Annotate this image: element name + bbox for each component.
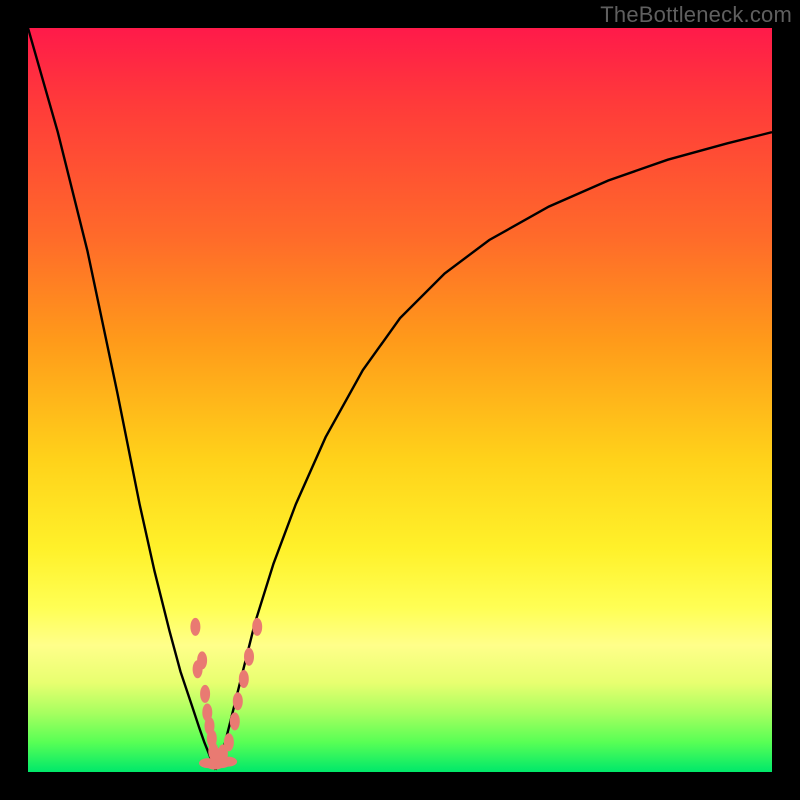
- marker-left: [200, 685, 210, 703]
- marker-right: [239, 670, 249, 688]
- watermark-text: TheBottleneck.com: [600, 2, 792, 28]
- marker-left: [193, 660, 203, 678]
- marker-right: [252, 618, 262, 636]
- curve-right: [216, 132, 773, 770]
- marker-left: [190, 618, 200, 636]
- marker-right: [230, 712, 240, 730]
- marker-right: [244, 648, 254, 666]
- marker-right: [233, 692, 243, 710]
- marker-bottom: [219, 757, 237, 767]
- marker-right: [224, 733, 234, 751]
- plot-area: [28, 28, 772, 772]
- curve-left: [28, 28, 216, 770]
- chart-frame: TheBottleneck.com: [0, 0, 800, 800]
- curve-layer: [28, 28, 772, 772]
